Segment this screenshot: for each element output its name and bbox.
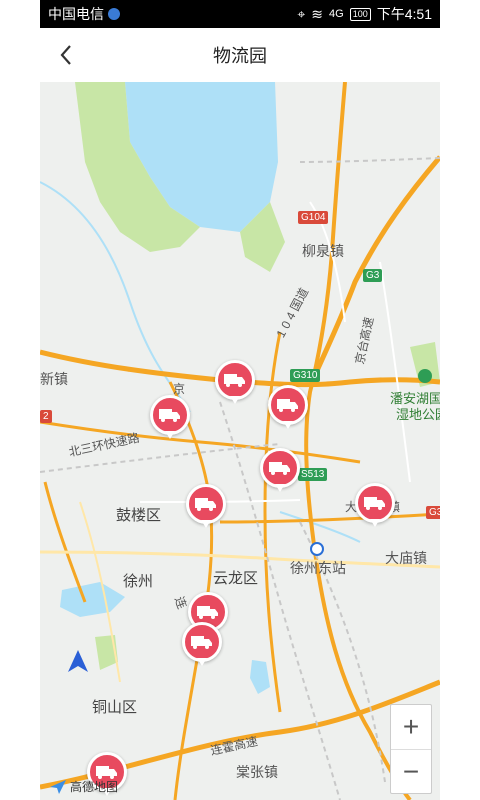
signal-icon: 4G [329, 8, 344, 20]
header: 物流园 [40, 28, 440, 82]
right-gutter [440, 0, 480, 800]
truck-icon [277, 399, 298, 412]
truck-icon [191, 636, 212, 649]
logistics-park-pin[interactable] [268, 385, 308, 431]
hd-icon [108, 8, 120, 20]
label-wetland: 湿地公园 [396, 407, 440, 422]
zoom-in-button[interactable]: + [391, 705, 431, 749]
shield-g310: G310 [290, 369, 321, 382]
truck-icon [269, 462, 290, 475]
truck-icon [195, 498, 216, 511]
label-xinzhen: 新镇 [40, 371, 68, 387]
label-damiao: 大庙镇 [385, 550, 427, 566]
zoom-controls: + − [390, 704, 432, 794]
status-time: 下午4:51 [376, 6, 432, 22]
label-gulou: 鼓楼区 [116, 507, 162, 524]
label-liuquan: 柳泉镇 [302, 243, 344, 259]
shield-g3-east: G3 [426, 506, 440, 519]
shield-g3: G3 [363, 269, 383, 282]
shield-s513: S513 [298, 468, 328, 481]
truck-icon [224, 374, 245, 387]
logistics-park-pin[interactable] [182, 622, 222, 668]
logistics-park-pin[interactable] [355, 483, 395, 529]
location-icon: ⌖ [297, 5, 306, 22]
amap-logo-icon [50, 779, 66, 794]
truck-icon [197, 606, 218, 619]
shield-g104: G104 [298, 211, 329, 224]
zoom-out-button[interactable]: − [391, 749, 431, 793]
train-station-icon [310, 542, 324, 556]
logistics-park-pin[interactable] [186, 484, 226, 530]
label-xuzhou: 徐州 [123, 573, 154, 590]
wifi-icon: ≋ [311, 5, 324, 22]
navigation-arrow-icon [68, 650, 88, 672]
battery-icon: 100 [349, 7, 371, 21]
park-icon [418, 369, 432, 383]
logistics-park-pin[interactable] [150, 395, 190, 441]
logistics-park-pin[interactable] [215, 360, 255, 406]
truck-icon [159, 409, 180, 422]
label-tongshan: 铜山区 [92, 699, 138, 716]
map-view[interactable]: 新镇 柳泉镇 潘安湖国 湿地公园 北三环快速路 1 0 4 国道 京台高速 京 … [40, 82, 440, 800]
label-xuzhou-east: 徐州东站 [290, 560, 346, 576]
truck-icon [364, 497, 385, 510]
carrier-name: 中国电信 [48, 6, 104, 22]
status-bar: 中国电信 ⌖ ≋ 4G 100 下午4:51 [40, 0, 440, 28]
label-yunlong: 云龙区 [213, 570, 259, 587]
logistics-park-pin[interactable] [260, 448, 300, 494]
label-tangzhang: 棠张镇 [236, 764, 278, 780]
left-gutter [0, 0, 40, 800]
shield-west: 2 [40, 410, 52, 423]
map-logo: 高德地图 [50, 778, 118, 795]
logo-text: 高德地图 [70, 780, 119, 794]
page-title: 物流园 [213, 46, 267, 66]
